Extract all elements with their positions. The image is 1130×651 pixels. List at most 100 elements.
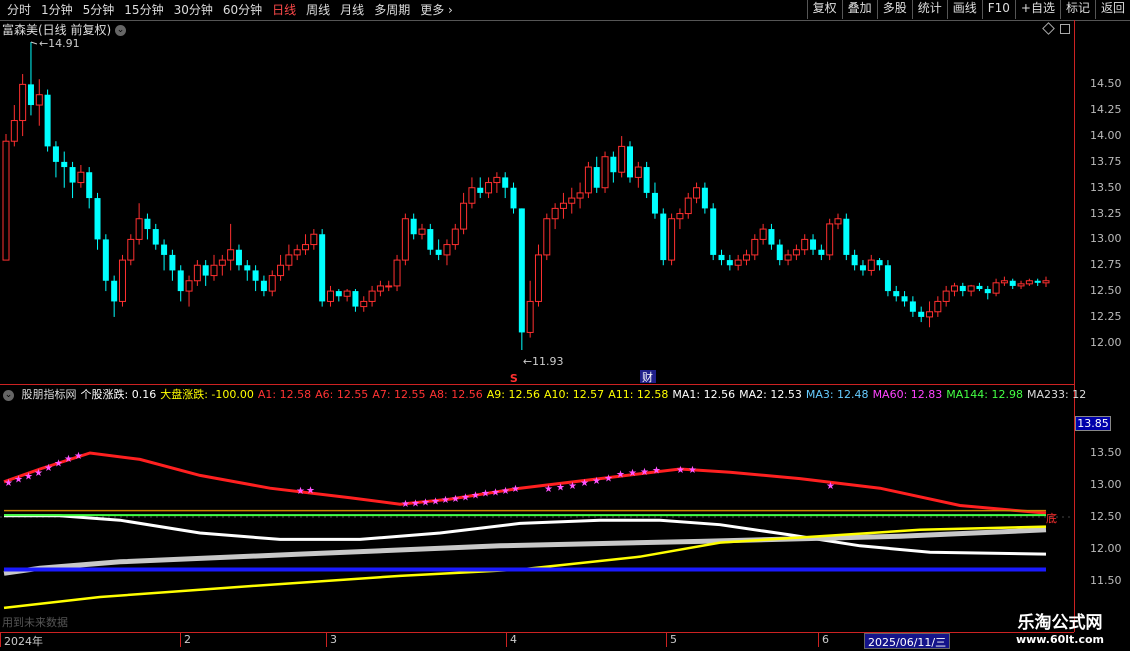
price-axis-border	[1074, 20, 1075, 632]
candle-body	[111, 280, 118, 302]
candle-body	[568, 197, 576, 204]
candle-body	[10, 120, 18, 142]
price-tick-label: 13.00	[1090, 232, 1122, 246]
candle-body	[293, 249, 301, 256]
price-tick-label: 12.50	[1090, 284, 1122, 298]
price-tick-label: 13.50	[1090, 180, 1122, 194]
candle-body	[584, 166, 592, 194]
candle-body	[693, 187, 701, 199]
signal-star: ★	[431, 496, 440, 507]
candle-body	[834, 218, 842, 225]
candle-body	[610, 156, 617, 173]
indicator-value: A8: 12.56	[429, 388, 483, 401]
candle-body	[493, 176, 501, 184]
signal-star: ★	[652, 466, 661, 477]
candle-body	[893, 291, 900, 297]
candle-body	[435, 249, 442, 255]
indicator-value: 股朋指标网	[21, 388, 77, 401]
candle-body	[19, 83, 27, 122]
chevron-down-icon[interactable]: ⌄	[3, 389, 14, 401]
indicator-tick-label: 12.00	[1090, 542, 1122, 555]
cursor-date-label: 2025/06/11/三	[864, 633, 951, 649]
candle-body	[518, 208, 525, 333]
candle-body	[934, 300, 942, 313]
time-tick-label: 4	[506, 633, 517, 647]
candle-body	[451, 228, 459, 246]
candle-body	[776, 244, 783, 261]
candle-body	[61, 161, 68, 168]
signal-star: ★	[592, 476, 601, 487]
candle-body	[967, 285, 975, 292]
candle-body	[161, 244, 168, 255]
indicator-tick-label: 13.50	[1090, 446, 1122, 459]
indicator-value: A1: 12.58	[257, 388, 312, 401]
candle-body	[909, 301, 916, 312]
indicator-tick-label: 12.50	[1090, 510, 1122, 523]
candle-body	[443, 244, 451, 256]
signal-star: ★	[74, 451, 83, 462]
signal-star: ★	[640, 467, 649, 478]
time-tick-label: 2	[180, 633, 191, 647]
candle-body	[884, 265, 891, 292]
candle-body	[69, 167, 76, 183]
time-tick-label: 3	[326, 633, 337, 647]
candle-body	[801, 238, 809, 251]
panel-divider	[0, 384, 1074, 385]
indicator-value: A6: 12.55	[315, 388, 369, 401]
signal-star: ★	[441, 495, 450, 506]
candle-body	[676, 213, 684, 220]
signal-star: ★	[4, 478, 13, 489]
candle-body	[918, 311, 925, 317]
candle-body	[810, 239, 817, 250]
candle-body	[543, 218, 551, 256]
indicator-value: MA2: 12.53	[739, 388, 802, 401]
price-tick-label: 12.75	[1090, 258, 1122, 272]
watermark-title: 乐淘公式网	[1017, 613, 1103, 633]
high-label: ←14.91	[39, 37, 80, 50]
candle-body	[468, 187, 476, 204]
candle-body	[510, 187, 517, 209]
candle-body	[193, 264, 201, 282]
signal-star: ★	[471, 491, 480, 502]
candle-body	[244, 265, 251, 271]
bottom-tag: 底	[1046, 511, 1057, 525]
signal-star: ★	[14, 475, 23, 486]
candle-body	[410, 218, 417, 235]
candle-body	[252, 270, 259, 281]
candle-body	[52, 146, 59, 162]
indicator-value: A11: 12.58	[608, 388, 669, 401]
signal-star: ★	[296, 486, 305, 497]
signal-star: ★	[511, 484, 520, 495]
candle-body	[427, 229, 434, 250]
candle-body	[950, 285, 958, 292]
candle-body	[393, 259, 401, 287]
time-tick-label: 6	[818, 633, 829, 647]
indicator-value: 大盘涨跌: -100.00	[160, 388, 254, 401]
candle-body	[734, 259, 742, 266]
candle-body	[1034, 280, 1041, 283]
future-data-note: 用到未来数据	[2, 616, 68, 629]
signal-star: ★	[421, 498, 430, 509]
candle-body	[768, 229, 775, 245]
indicator-value: A7: 12.55	[372, 388, 426, 401]
candle-body	[326, 290, 334, 302]
candle-body	[618, 145, 626, 173]
signal-star: ★	[688, 465, 697, 476]
candle-body	[759, 228, 767, 240]
indicator-value: MA60: 12.83	[872, 388, 943, 401]
candle-body	[277, 264, 285, 277]
time-tick-label: 5	[666, 633, 677, 647]
candle-body	[992, 282, 1000, 294]
high-pointer	[30, 41, 38, 45]
candle-body	[926, 311, 934, 318]
candle-body	[701, 187, 708, 209]
candle-body	[668, 218, 676, 261]
signal-star: ★	[580, 478, 589, 489]
indicator-value: 个股涨跌: 0.16	[80, 388, 157, 401]
candle-body	[976, 285, 983, 290]
signal-star: ★	[306, 485, 315, 496]
candle-body	[227, 249, 235, 261]
signal-star: ★	[501, 486, 510, 497]
candle-body	[1042, 280, 1050, 284]
signal-star: ★	[64, 454, 73, 465]
